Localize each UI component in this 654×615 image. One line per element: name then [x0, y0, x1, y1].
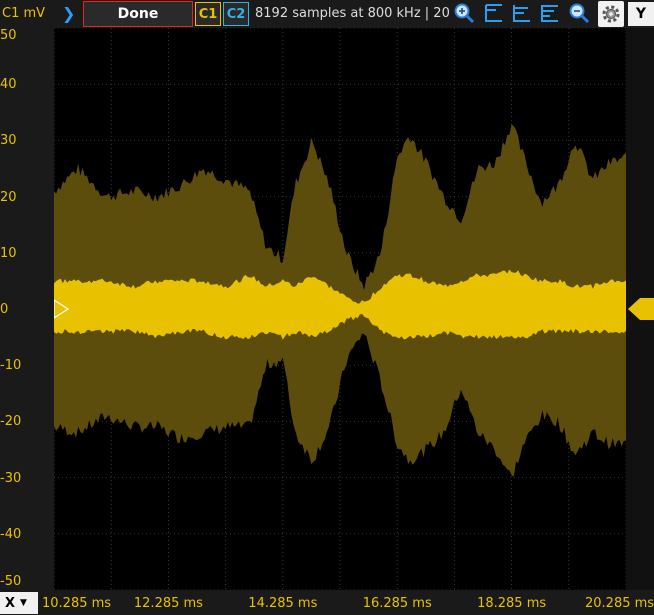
- y-axis-button[interactable]: Y: [628, 2, 654, 26]
- y-axis: 50 40 30 20 10 0 -10 -20 -30 -40 -50: [0, 28, 54, 590]
- x-tick-label: 10.285 ms: [42, 596, 112, 611]
- channel-1-button[interactable]: C1: [195, 2, 221, 26]
- y-tick-label: -50: [0, 574, 22, 589]
- status-button[interactable]: Done: [83, 1, 193, 27]
- gear-icon: [602, 5, 620, 23]
- x-tick-label: 16.285 ms: [362, 596, 432, 611]
- y-tick-label: -10: [0, 358, 22, 374]
- x-axis-button[interactable]: X ▼: [0, 592, 38, 614]
- zoom-in-icon[interactable]: [453, 2, 475, 24]
- x-axis-bar: X ▼ 10.285 ms 12.285 ms 14.285 ms 16.285 ms…: [0, 590, 654, 615]
- trigger-marker-right: [628, 298, 654, 320]
- channel-2-button[interactable]: C2: [223, 2, 249, 26]
- x-tick-label: 18.285 ms: [477, 596, 547, 611]
- acquisition-info: 8192 samples at 800 kHz | 20: [255, 6, 450, 21]
- y-tick-label: 30: [0, 133, 17, 149]
- x-tick-label: 12.285 ms: [133, 596, 203, 611]
- y-tick-label: -40: [0, 526, 22, 542]
- x-tick-label: 14.285 ms: [248, 596, 318, 611]
- y-tick-label: 20: [0, 189, 17, 205]
- channel-unit-label: C1 mV: [2, 6, 46, 21]
- right-side-strip: [626, 28, 654, 590]
- y-tick-label: -20: [0, 414, 22, 430]
- x-tick-label: 20.285 ms: [585, 596, 654, 611]
- y-tick-label: 40: [0, 77, 17, 93]
- waveform-plot[interactable]: [54, 28, 626, 590]
- zoom-out-icon[interactable]: [568, 2, 590, 24]
- x-axis-button-label: X: [5, 595, 16, 611]
- chevron-down-icon: ▼: [20, 598, 27, 608]
- toolbar: C1 mV ❯ Done C1 C2 8192 samples at 800 k…: [0, 0, 654, 28]
- settings-button[interactable]: [598, 1, 624, 27]
- y-tick-label: 50: [0, 28, 17, 43]
- y-tick-label: 10: [0, 245, 17, 261]
- align-middle-icon[interactable]: [510, 2, 532, 24]
- run-arrow-icon[interactable]: ❯: [62, 4, 75, 23]
- align-top-icon[interactable]: [482, 2, 504, 24]
- y-tick-label: 0: [0, 302, 9, 317]
- y-tick-label: -30: [0, 470, 22, 486]
- align-bottom-icon[interactable]: [538, 2, 560, 24]
